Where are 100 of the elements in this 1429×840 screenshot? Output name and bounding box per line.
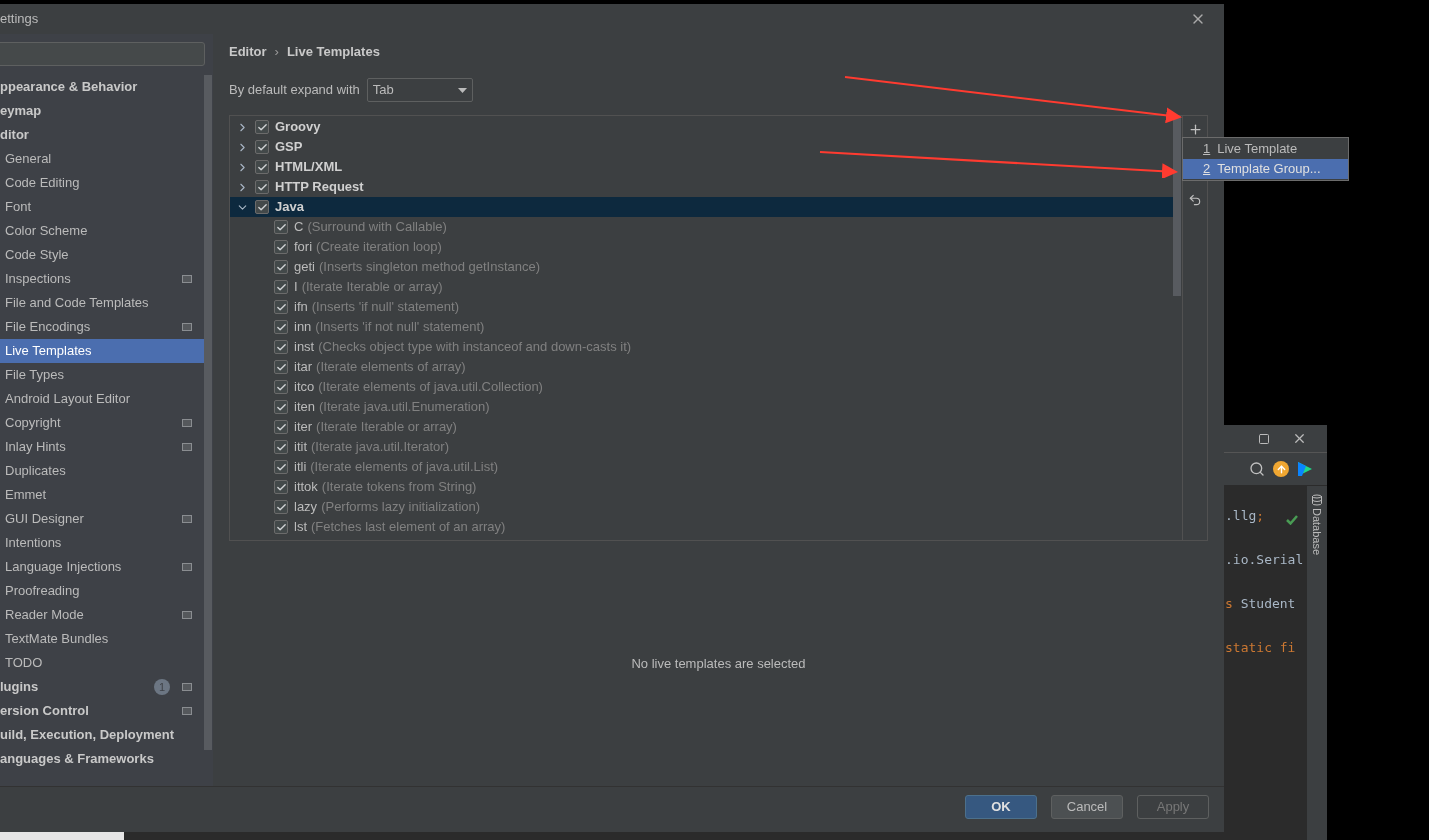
template-abbreviation: iter (294, 418, 313, 437)
sidebar-item[interactable]: Inlay Hints (0, 435, 204, 459)
sidebar-item[interactable]: Code Style (0, 243, 204, 267)
sidebar-item[interactable]: Inspections (0, 267, 204, 291)
checkbox[interactable] (274, 260, 288, 274)
template-description: (Iterate tokens from String) (321, 478, 477, 497)
tree-row[interactable]: GSP (230, 137, 1173, 157)
checkbox[interactable] (274, 220, 288, 234)
menu-item[interactable]: 2 Template Group... (1183, 159, 1348, 179)
sidebar-item[interactable]: GUI Designer (0, 507, 204, 531)
code-line: .io.Serial (1225, 551, 1304, 569)
sidebar-item[interactable]: Emmet (0, 483, 204, 507)
close-icon[interactable] (1292, 431, 1307, 446)
add-icon[interactable] (1187, 122, 1203, 137)
sidebar-item[interactable]: Live Templates (0, 339, 204, 363)
ok-button[interactable]: OK (965, 794, 1037, 819)
sidebar-item[interactable]: Copyright (0, 411, 204, 435)
scrollbar[interactable] (204, 75, 212, 750)
group-name: Java (275, 198, 304, 217)
checkbox[interactable] (274, 500, 288, 514)
code-line: static fi (1225, 639, 1296, 657)
checkbox[interactable] (274, 420, 288, 434)
checkbox[interactable] (274, 380, 288, 394)
sidebar-item[interactable]: Reader Mode (0, 603, 204, 627)
sidebar-item[interactable]: anguages & Frameworks (0, 747, 204, 771)
tree-row[interactable]: Java (230, 197, 1173, 217)
tree-row[interactable]: HTTP Request (230, 177, 1173, 197)
tree-row[interactable]: HTML/XML (230, 157, 1173, 177)
sidebar-item[interactable]: uild, Execution, Deployment (0, 723, 204, 747)
template-description: (Inserts 'if null' statement) (311, 298, 460, 317)
template-abbreviation: inn (294, 318, 312, 337)
checkbox[interactable] (274, 520, 288, 534)
template-description: (Performs lazy initialization) (321, 498, 481, 517)
dropdown-arrow-icon (457, 87, 467, 93)
sidebar-item[interactable]: Font (0, 195, 204, 219)
template-description: (Iterate elements of java.util.List) (310, 458, 499, 477)
checkbox[interactable] (274, 280, 288, 294)
checkbox[interactable] (255, 160, 269, 174)
template-abbreviation: C (294, 218, 304, 237)
sidebar-item[interactable]: Duplicates (0, 459, 204, 483)
database-tab[interactable]: Database (1308, 508, 1326, 556)
template-description: (Checks object type with instanceof and down-casts it) (318, 338, 632, 357)
checkbox[interactable] (274, 300, 288, 314)
count-badge: 1 (154, 679, 170, 695)
sidebar-item[interactable]: File Encodings (0, 315, 204, 339)
sidebar-item[interactable]: lugins 1 (0, 675, 204, 699)
checkbox[interactable] (255, 120, 269, 134)
checkbox[interactable] (274, 480, 288, 494)
breadcrumb-separator: › (274, 43, 279, 62)
sidebar-item[interactable]: Language Injections (0, 555, 204, 579)
sidebar-item[interactable]: File and Code Templates (0, 291, 204, 315)
checkbox[interactable] (274, 460, 288, 474)
sidebar-item[interactable]: TextMate Bundles (0, 627, 204, 651)
checkbox[interactable] (274, 400, 288, 414)
checkbox[interactable] (274, 320, 288, 334)
dialog-button[interactable]: Cancel (1051, 794, 1123, 819)
sidebar-item[interactable]: TODO (0, 651, 204, 675)
checkbox[interactable] (255, 140, 269, 154)
scrollbar[interactable] (1173, 116, 1181, 296)
search-field[interactable] (0, 42, 205, 66)
sidebar-item[interactable]: File Types (0, 363, 204, 387)
template-description: (Fetches last element of an array) (311, 518, 506, 537)
database-icon[interactable] (1311, 494, 1323, 506)
template-abbreviation: itco (294, 378, 315, 397)
group-name: Groovy (275, 118, 321, 137)
tree-row[interactable]: Groovy (230, 117, 1173, 137)
template-abbreviation: itar (294, 358, 313, 377)
checkbox[interactable] (274, 360, 288, 374)
breadcrumb-item: Editor (229, 43, 267, 62)
template-abbreviation: ifn (294, 298, 308, 317)
menu-item[interactable]: 1 Live Template (1183, 139, 1348, 159)
search-icon[interactable] (1249, 461, 1265, 477)
expand-with-dropdown[interactable]: Tab (366, 78, 473, 102)
template-description: (Inserts 'if not null' statement) (315, 318, 485, 337)
checkbox[interactable] (255, 180, 269, 194)
app-logo-icon[interactable] (1297, 461, 1313, 477)
sidebar-item[interactable]: Proofreading (0, 579, 204, 603)
undo-icon[interactable] (1188, 193, 1202, 207)
sidebar-item[interactable]: ditor (0, 123, 204, 147)
group-name: GSP (275, 138, 303, 157)
checkbox[interactable] (274, 240, 288, 254)
template-description: (Iterate elements of java.util.Collection) (318, 378, 543, 397)
update-icon[interactable] (1273, 461, 1289, 477)
checkbox[interactable] (274, 340, 288, 354)
sidebar-item[interactable]: Color Scheme (0, 219, 204, 243)
checkbox[interactable] (274, 440, 288, 454)
template-description: (Iterate elements of array) (316, 358, 466, 377)
template-abbreviation: inst (294, 338, 315, 357)
template-abbreviation: ittok (294, 478, 318, 497)
sidebar-item[interactable]: Code Editing (0, 171, 204, 195)
sidebar-item[interactable]: ppearance & Behavior (0, 75, 204, 99)
sidebar-item[interactable]: ersion Control (0, 699, 204, 723)
maximize-icon[interactable] (1258, 432, 1270, 445)
template-description: (Iterate Iterable or array) (301, 278, 443, 297)
sidebar-item[interactable]: General (0, 147, 204, 171)
checkbox[interactable] (255, 200, 269, 214)
sidebar-item[interactable]: eymap (0, 99, 204, 123)
sidebar-item[interactable]: Intentions (0, 531, 204, 555)
sidebar-item[interactable]: Android Layout Editor (0, 387, 204, 411)
breadcrumb-item: Live Templates (286, 43, 380, 62)
